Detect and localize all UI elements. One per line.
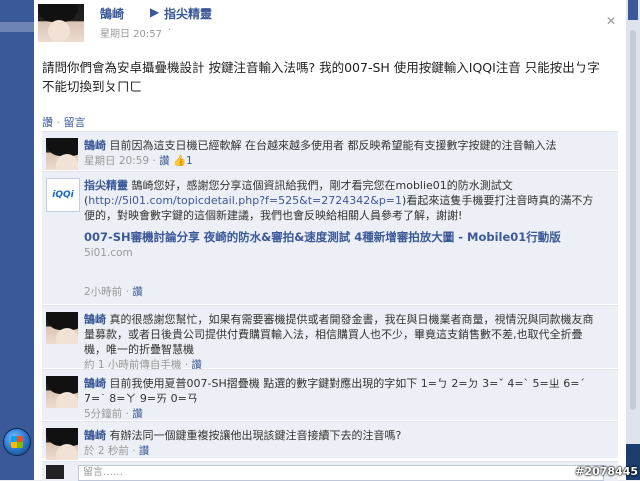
- comment-author[interactable]: 鵠崎: [84, 313, 106, 326]
- comment-content: 鵠崎 有辦法同一個鍵重複按讓他出現該鍵注音接續下去的注音嗎? 於 2 秒前 · …: [84, 428, 604, 459]
- comment-meta: 於 2 秒前 · 讚: [84, 445, 150, 457]
- comment-text: 有辦法同一個鍵重複按讓他出現該鍵注音接續下去的注音嗎?: [109, 429, 402, 442]
- close-icon[interactable]: ✕: [606, 14, 616, 28]
- comment-item: iQQi 指尖精靈 鵠崎您好，感謝您分享這個資訊給我們，剛才看完您在moblie…: [42, 171, 618, 304]
- comment-text: 真的很感謝您幫忙，如果有需要審機提供或者開發金書，我在與日機業者商量，視情況與同…: [84, 313, 594, 356]
- header-fragment: [628, 0, 638, 20]
- comment-text: 目前因為這支日機已經軟解 在台越來越多使用者 都反映希望能有支援數字按鍵的注音輸…: [109, 139, 557, 152]
- comment-like-button[interactable]: 讚: [132, 286, 143, 298]
- comment-text: 目前我使用夏普007-SH摺疊機 點選的數字鍵對應出現的字如下 1=ㄅ 2=ㄉ …: [84, 377, 585, 405]
- windows-start-button[interactable]: [3, 428, 31, 456]
- share-domain: 5i01.com: [84, 247, 133, 259]
- comment-item: 鵠崎 有辦法同一個鍵重複按讓他出現該鍵注音接續下去的注音嗎? 於 2 秒前 · …: [42, 421, 618, 460]
- comment-author[interactable]: 鵠崎: [84, 139, 106, 152]
- comment-item: 鵠崎 目前因為這支日機已經軟解 在台越來越多使用者 都反映希望能有支援數字按鍵的…: [42, 131, 618, 170]
- comment-like-button[interactable]: 讚: [139, 445, 150, 457]
- comment-item: 鵠崎 真的很感謝您幫忙，如果有需要審機提供或者開發金書，我在與日機業者商量，視情…: [42, 305, 618, 371]
- windows-logo-icon: [11, 436, 23, 448]
- left-window-strip: [0, 0, 34, 480]
- like-count[interactable]: 1: [186, 155, 193, 167]
- post-actions: 讚 · 留言: [42, 114, 86, 130]
- comment-author[interactable]: 鵠崎: [84, 429, 106, 442]
- action-separator: ·: [56, 116, 61, 129]
- comment-input[interactable]: 留言……: [78, 465, 604, 481]
- scrollbar[interactable]: [624, 0, 640, 480]
- link-share-preview[interactable]: 007-SH審機討論分享 夜崎的防水&審拍&速度測試 4種新增審拍放大圖 - M…: [84, 230, 604, 259]
- comment-content: 鵠崎 目前因為這支日機已經軟解 在台越來越多使用者 都反映希望能有支援數字按鍵的…: [84, 138, 584, 169]
- arrow-icon: ▶: [150, 5, 160, 19]
- comment-item: 鵠崎 目前我使用夏普007-SH摺疊機 點選的數字鍵對應出現的字如下 1=ㄅ 2…: [42, 369, 618, 420]
- scroll-thumb[interactable]: [630, 30, 636, 410]
- post-target-link[interactable]: 指尖精靈: [164, 5, 212, 22]
- comment-time[interactable]: 2小時前: [84, 286, 122, 298]
- commenter-avatar[interactable]: [46, 312, 78, 344]
- comment-meta: 2小時前 · 讚: [84, 286, 143, 298]
- author-avatar[interactable]: [38, 4, 84, 42]
- commenter-avatar[interactable]: [46, 138, 78, 170]
- comment-author[interactable]: 指尖精靈: [84, 179, 128, 192]
- comment-content: 指尖精靈 鵠崎您好，感謝您分享這個資訊給我們，剛才看完您在moblie01的防水…: [84, 178, 600, 223]
- comment-content: 鵠崎 真的很感謝您幫忙，如果有需要審機提供或者開發金書，我在與日機業者商量，視情…: [84, 312, 604, 373]
- thumbs-up-icon: 👍: [172, 155, 187, 167]
- comment-button[interactable]: 留言: [64, 116, 86, 129]
- comment-time[interactable]: 5分鐘前: [84, 408, 122, 420]
- post-author-link[interactable]: 鵠崎: [100, 5, 124, 22]
- comment-link[interactable]: http://5i01.com/topicdetail.php?f=525&t=…: [88, 194, 402, 207]
- comment-meta: 5分鐘前 · 讚: [84, 408, 143, 420]
- watermark: #2078445: [575, 465, 638, 478]
- comment-like-button[interactable]: 讚: [132, 408, 143, 420]
- comment-author[interactable]: 鵠崎: [84, 377, 106, 390]
- comment-content: 鵠崎 目前我使用夏普007-SH摺疊機 點選的數字鍵對應出現的字如下 1=ㄅ 2…: [84, 376, 604, 422]
- iqqi-logo[interactable]: iQQi: [46, 178, 80, 212]
- comment-time[interactable]: 於 2 秒前: [84, 445, 129, 457]
- reply-avatar: [46, 465, 64, 479]
- comment-like-button[interactable]: 讚: [159, 155, 170, 167]
- post-panel: 鵠崎 ▶ 指尖精靈 星期日 20:57 · ✕ 請問你們會為安卓攝疊機設計 按鍵…: [34, 0, 626, 481]
- comment-time[interactable]: 星期日 20:59: [84, 155, 149, 167]
- commenter-avatar[interactable]: [46, 376, 78, 408]
- privacy-icon: ·: [168, 25, 172, 36]
- post-header: 鵠崎 ▶ 指尖精靈 星期日 20:57 · ✕: [34, 0, 626, 46]
- post-body: 請問你們會為安卓攝疊機設計 按鍵注音輸入法嗎? 我的007-SH 使用按鍵輸入I…: [42, 60, 600, 94]
- share-title[interactable]: 007-SH審機討論分享 夜崎的防水&審拍&速度測試 4種新增審拍放大圖 - M…: [84, 230, 604, 245]
- post-timestamp[interactable]: 星期日 20:57: [100, 25, 162, 40]
- comment-meta: 星期日 20:59 · 讚 👍1: [84, 155, 193, 167]
- facebook-header-fragment: [0, 22, 34, 32]
- reply-box: 留言……: [42, 461, 618, 481]
- like-button[interactable]: 讚: [42, 116, 53, 129]
- commenter-avatar[interactable]: [46, 428, 78, 460]
